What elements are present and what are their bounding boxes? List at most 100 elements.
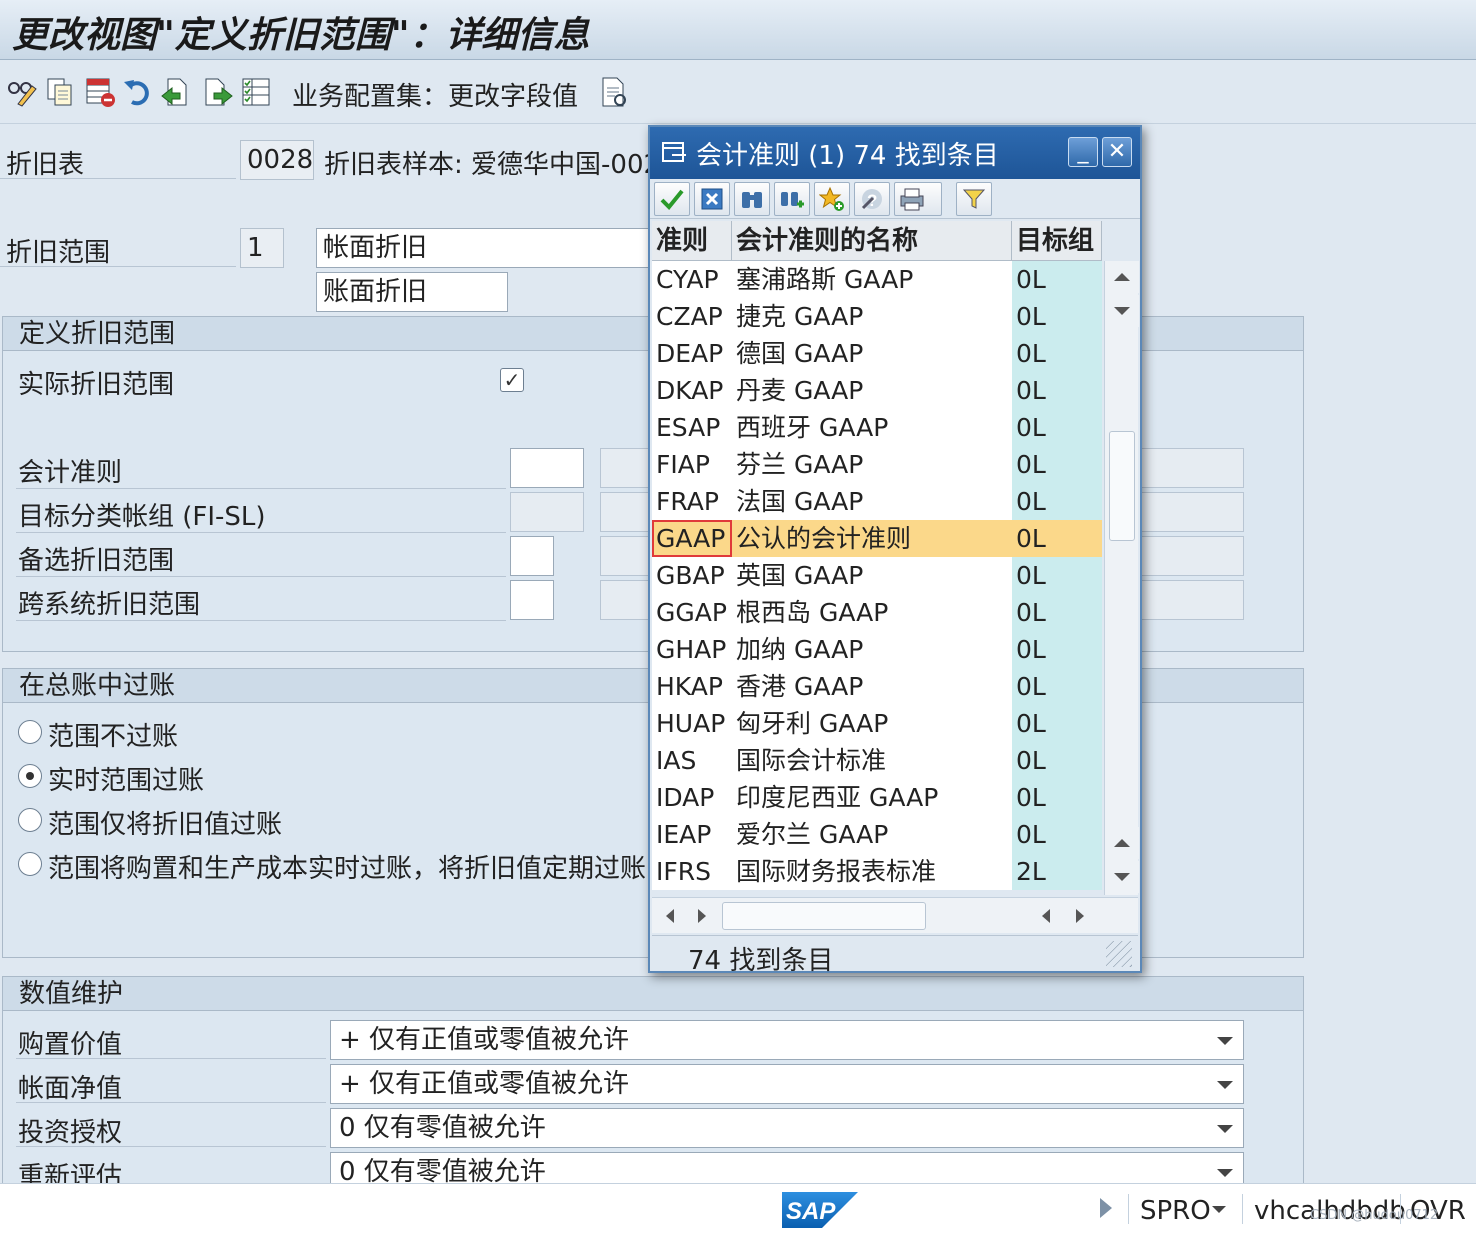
posting-option-radio-1[interactable] (18, 764, 42, 788)
help-icon: ? (861, 189, 882, 210)
table-row[interactable]: GBAP 英国 GAAP 0L (652, 557, 1102, 594)
real-depr-area-checkbox[interactable]: ✓ (500, 368, 524, 392)
table-row[interactable]: CYAP 塞浦路斯 GAAP 0L (652, 261, 1102, 298)
transaction-dropdown-icon[interactable] (1212, 1206, 1226, 1213)
target-group-cell: 0L (1012, 261, 1102, 298)
alternative-depr-area-field[interactable] (510, 536, 554, 576)
principle-code-cell: DEAP (652, 335, 732, 372)
horizontal-scrollbar[interactable] (652, 897, 1138, 933)
table-row[interactable]: GAAP 公认的会计准则 0L (652, 520, 1102, 557)
alternative-depr-area-label: 备选折旧范围 (18, 546, 175, 576)
principle-name-cell: 英国 GAAP (732, 557, 1012, 594)
minimize-button[interactable]: _ (1068, 137, 1098, 167)
table-row[interactable]: IFRS 国际财务报表标准 2L (652, 853, 1102, 890)
previous-entry-icon[interactable] (160, 76, 192, 108)
table-row[interactable]: IEAP 爱尔兰 GAAP 0L (652, 816, 1102, 853)
favorite-add-button[interactable] (814, 182, 850, 216)
print-button[interactable] (894, 182, 942, 216)
table-row[interactable]: DKAP 丹麦 GAAP 0L (652, 372, 1102, 409)
scroll-thumb[interactable] (1109, 431, 1135, 541)
table-row[interactable]: ESAP 西班牙 GAAP 0L (652, 409, 1102, 446)
popup-title: 会计准则 (1) 74 找到条目 (696, 141, 999, 171)
scroll-left-icon[interactable] (666, 909, 674, 923)
table-row[interactable]: GHAP 加纳 GAAP 0L (652, 631, 1102, 668)
net-book-value-dropdown[interactable]: + 仅有正值或零值被允许 (330, 1064, 1244, 1104)
table-row[interactable]: GGAP 根西岛 GAAP 0L (652, 594, 1102, 631)
cross-system-depr-area-underline (16, 620, 506, 621)
table-row[interactable]: FIAP 芬兰 GAAP 0L (652, 446, 1102, 483)
principle-name-cell: 塞浦路斯 GAAP (732, 261, 1012, 298)
find-icon (742, 192, 762, 208)
select-all-icon[interactable] (240, 76, 272, 108)
bc-set-icon[interactable] (598, 76, 630, 108)
principle-code-cell: GAAP (652, 520, 732, 557)
scroll-down-button[interactable] (1105, 295, 1139, 327)
chevron-up-icon (1114, 839, 1130, 847)
cancel-icon (701, 188, 723, 210)
target-ledger-group-underline (16, 532, 506, 533)
posting-option-radio-2[interactable] (18, 808, 42, 832)
depr-area-short-name-field[interactable]: 账面折旧 (316, 272, 508, 312)
principle-code-cell: IEAP (652, 816, 732, 853)
delete-icon[interactable] (84, 76, 116, 108)
page-title: 更改视图"定义折旧范围"：详细信息 (12, 14, 590, 56)
table-row[interactable]: IAS 国际会计标准 0L (652, 742, 1102, 779)
table-row[interactable]: DEAP 德国 GAAP 0L (652, 335, 1102, 372)
copy-icon[interactable] (44, 76, 76, 108)
real-depr-area-label: 实际折旧范围 (18, 370, 175, 400)
posting-option-radio-3[interactable] (18, 852, 42, 876)
resize-grip-icon[interactable] (1106, 941, 1132, 967)
accounting-principle-field[interactable] (510, 448, 584, 488)
print-icon (900, 188, 924, 211)
column-header-target-group[interactable]: 目标组 (1012, 221, 1102, 261)
chevron-down-icon (1217, 1037, 1233, 1045)
depr-area-field[interactable]: 1 (240, 228, 284, 268)
next-entry-icon[interactable] (202, 76, 234, 108)
cross-system-depr-area-label: 跨系统折旧范围 (18, 590, 201, 620)
posting-option-radio-0[interactable] (18, 720, 42, 744)
depr-area-name-field[interactable]: 帐面折旧 (316, 228, 656, 268)
investment-grant-underline (16, 1146, 326, 1147)
scroll-up-button[interactable] (1105, 261, 1139, 293)
scroll-right-icon[interactable] (698, 909, 706, 923)
page-up-button[interactable] (1105, 827, 1139, 859)
table-row[interactable]: HKAP 香港 GAAP 0L (652, 668, 1102, 705)
filter-button[interactable] (956, 182, 992, 216)
accept-button[interactable] (654, 182, 690, 216)
vertical-scrollbar[interactable] (1104, 261, 1139, 895)
acquisition-value-dropdown[interactable]: + 仅有正值或零值被允许 (330, 1020, 1244, 1060)
target-group-cell: 0L (1012, 557, 1102, 594)
transaction-code[interactable]: SPRO (1140, 1196, 1211, 1226)
target-group-cell: 0L (1012, 668, 1102, 705)
depr-chart-field[interactable]: 0028 (240, 140, 314, 180)
cancel-button[interactable] (694, 182, 730, 216)
table-row[interactable]: HUAP 匈牙利 GAAP 0L (652, 705, 1102, 742)
close-button[interactable]: ✕ (1102, 137, 1132, 167)
cross-system-depr-area-field[interactable] (510, 580, 554, 620)
target-group-cell: 0L (1012, 298, 1102, 335)
help-button[interactable]: ? (854, 182, 890, 216)
target-group-cell: 0L (1012, 335, 1102, 372)
table-row[interactable]: IDAP 印度尼西亚 GAAP 0L (652, 779, 1102, 816)
undo-icon[interactable] (122, 76, 154, 108)
net-book-value-selected: + 仅有正值或零值被允许 (339, 1069, 630, 1099)
target-group-cell: 0L (1012, 779, 1102, 816)
horizontal-scroll-thumb[interactable] (722, 902, 926, 930)
table-row[interactable]: CZAP 捷克 GAAP 0L (652, 298, 1102, 335)
column-header-principle[interactable]: 准则 (652, 221, 732, 261)
bc-set-change-field-values-button[interactable]: 业务配置集：更改字段值 (292, 76, 578, 113)
principle-code-cell: GBAP (652, 557, 732, 594)
page-down-button[interactable] (1105, 861, 1139, 893)
find-button[interactable] (734, 182, 770, 216)
target-group-cell: 2L (1012, 853, 1102, 890)
alternative-depr-area-underline (16, 576, 506, 577)
find-next-button[interactable] (774, 182, 810, 216)
scroll-right-icon[interactable] (1076, 909, 1084, 923)
status-expand-icon[interactable] (1100, 1198, 1112, 1218)
table-row[interactable]: FRAP 法国 GAAP 0L (652, 483, 1102, 520)
scroll-left-icon[interactable] (1042, 909, 1050, 923)
column-header-name[interactable]: 会计准则的名称 (732, 221, 1012, 261)
investment-grant-dropdown[interactable]: 0 仅有零值被允许 (330, 1108, 1244, 1148)
glasses-edit-icon[interactable] (6, 76, 38, 108)
principle-name-cell: 匈牙利 GAAP (732, 705, 1012, 742)
